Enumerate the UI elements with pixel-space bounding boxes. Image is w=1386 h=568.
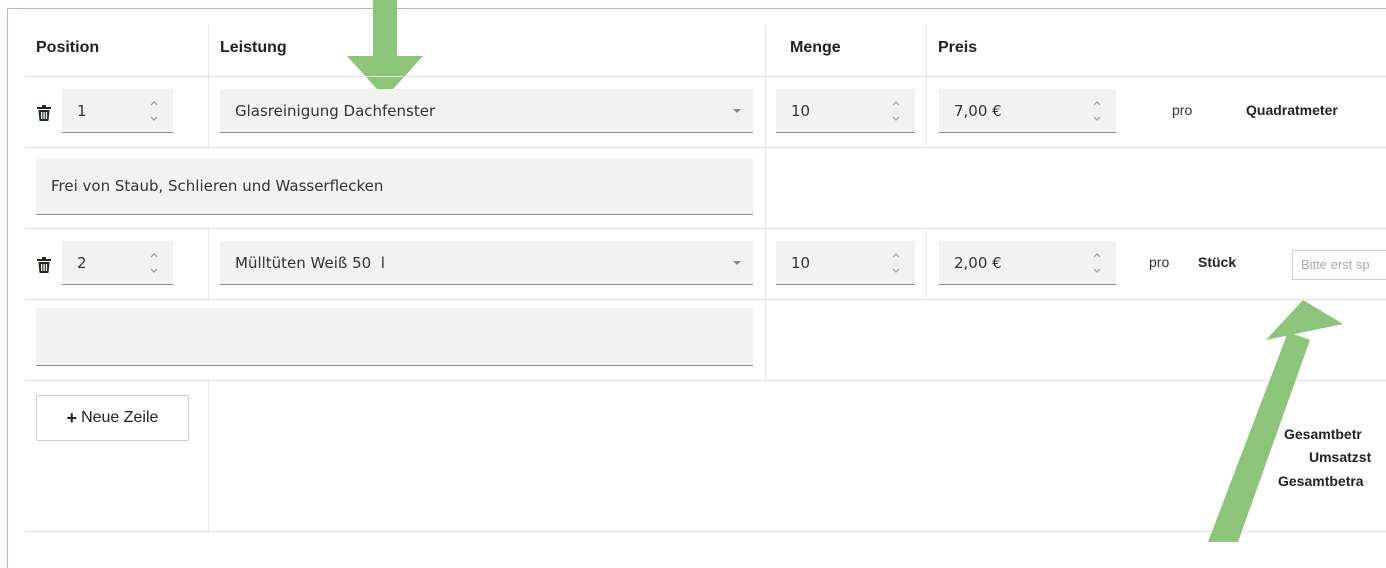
unit-price-input[interactable]: Bitte erst sp [1292, 250, 1386, 280]
description-input[interactable]: Frei von Staub, Schlieren und Wasserflec… [36, 158, 753, 215]
position-input[interactable]: 2 [62, 241, 173, 285]
position-stepper[interactable] [149, 251, 159, 275]
quantity-stepper[interactable] [891, 99, 901, 123]
chevron-down-icon [733, 261, 741, 265]
plus-icon: + [66, 407, 78, 428]
stepper-down-icon[interactable] [891, 115, 901, 123]
header-position: Position [36, 39, 100, 56]
stepper-down-icon[interactable] [149, 115, 159, 123]
unit-label: Quadratmeter [1246, 102, 1338, 118]
table-header-row: Position Leistung Menge Preis [25, 25, 1386, 76]
service-select[interactable]: Glasreinigung Dachfenster [220, 89, 753, 133]
price-input[interactable]: 7,00 € [939, 89, 1116, 133]
stepper-up-icon[interactable] [149, 99, 159, 107]
quantity-input[interactable]: 10 [776, 241, 915, 285]
header-menge: Menge [790, 39, 841, 56]
table-row: 2 Mülltüten Weiß 50 l 10 2,00 € pro Stüc… [25, 229, 1386, 299]
service-value: Mülltüten Weiß 50 l [235, 254, 385, 272]
stepper-down-icon[interactable] [891, 267, 901, 275]
stepper-up-icon[interactable] [891, 99, 901, 107]
service-value: Glasreinigung Dachfenster [235, 102, 436, 120]
trash-icon[interactable] [37, 105, 51, 121]
stepper-down-icon[interactable] [149, 267, 159, 275]
price-stepper[interactable] [1092, 99, 1102, 123]
quantity-value: 10 [791, 254, 811, 272]
description-row: Frei von Staub, Schlieren und Wasserflec… [25, 148, 1386, 228]
stepper-up-icon[interactable] [891, 251, 901, 259]
header-preis: Preis [938, 39, 978, 56]
chevron-down-icon [733, 109, 741, 113]
stepper-down-icon[interactable] [1092, 115, 1102, 123]
quantity-stepper[interactable] [891, 251, 901, 275]
position-input[interactable]: 1 [62, 89, 173, 133]
description-value: Frei von Staub, Schlieren und Wasserflec… [51, 177, 384, 195]
stepper-up-icon[interactable] [1092, 99, 1102, 107]
quantity-input[interactable]: 10 [776, 89, 915, 133]
position-stepper[interactable] [149, 99, 159, 123]
trash-icon[interactable] [37, 257, 51, 273]
unit-label: Stück [1198, 254, 1237, 270]
table-row: 1 Glasreinigung Dachfenster 10 7,00 € pr… [25, 77, 1386, 147]
stepper-up-icon[interactable] [1092, 251, 1102, 259]
header-leistung: Leistung [220, 39, 287, 56]
description-input[interactable] [36, 308, 753, 366]
annotation-arrow-up [1208, 300, 1343, 542]
position-value: 1 [77, 102, 87, 120]
new-row-button[interactable]: + Neue Zeile [36, 395, 189, 441]
quantity-value: 10 [791, 102, 811, 120]
stepper-down-icon[interactable] [1092, 267, 1102, 275]
new-row-label: Neue Zeile [81, 409, 159, 426]
service-select[interactable]: Mülltüten Weiß 50 l [220, 241, 753, 285]
price-value: 7,00 € [954, 102, 1002, 120]
price-input[interactable]: 2,00 € [939, 241, 1116, 285]
price-stepper[interactable] [1092, 251, 1102, 275]
position-value: 2 [77, 254, 87, 272]
per-label: pro [1149, 254, 1170, 270]
stepper-up-icon[interactable] [149, 251, 159, 259]
per-label: pro [1172, 102, 1193, 118]
price-value: 2,00 € [954, 254, 1002, 272]
